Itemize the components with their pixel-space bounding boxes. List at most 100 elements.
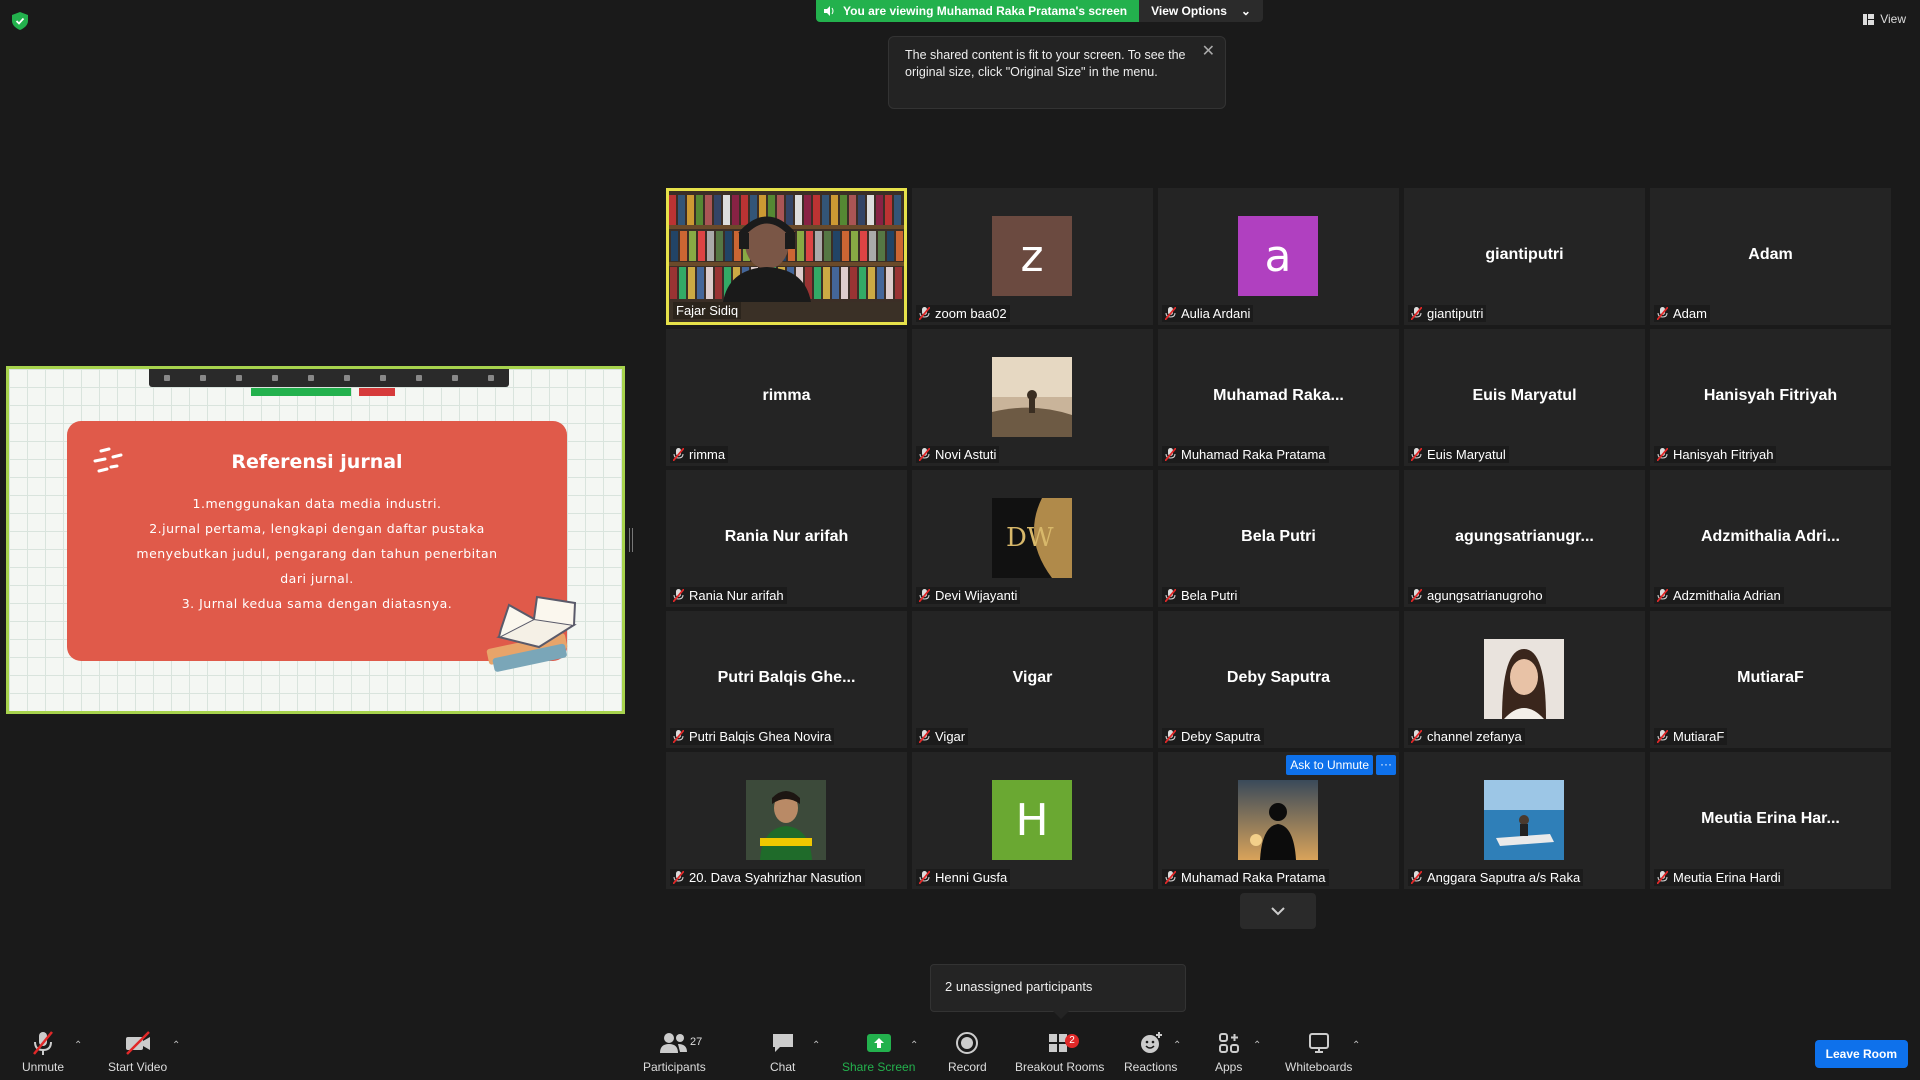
participant-tile[interactable]: Novi Astuti xyxy=(912,329,1153,466)
participant-name-label: Adzmithalia Adrian xyxy=(1654,587,1784,604)
participant-name: Muhamad Raka Pratama xyxy=(1181,447,1326,462)
gallery-next-page-button[interactable] xyxy=(1240,893,1316,929)
participant-tile[interactable]: rimma rimma xyxy=(666,329,907,466)
share-screen-button[interactable]: Share Screen xyxy=(842,1030,915,1074)
participant-display-name: Adzmithalia Adri... xyxy=(1701,528,1840,545)
participant-name-label: Devi Wijayanti xyxy=(916,587,1021,604)
participant-display-name: Vigar xyxy=(1012,669,1053,686)
breakout-rooms-button[interactable]: Breakout Rooms xyxy=(1015,1030,1104,1074)
share-screen-icon xyxy=(866,1034,891,1052)
participant-tile[interactable]: Euis Maryatul Euis Maryatul xyxy=(1404,329,1645,466)
avatar: a xyxy=(1238,216,1318,296)
whiteboards-button[interactable]: Whiteboards xyxy=(1285,1030,1352,1074)
participant-display-name: Adam xyxy=(1748,246,1793,263)
participant-tile[interactable]: channel zefanya xyxy=(1404,611,1645,748)
participant-name-label: channel zefanya xyxy=(1408,728,1525,745)
slide-line: 2.jurnal pertama, lengkapi dengan daftar… xyxy=(149,521,485,536)
microphone-muted-icon xyxy=(1657,448,1668,461)
audio-options-chevron-icon[interactable]: ⌃ xyxy=(74,1040,82,1051)
participant-name: giantiputri xyxy=(1427,306,1484,321)
microphone-muted-icon xyxy=(919,448,930,461)
view-label: View xyxy=(1880,12,1906,26)
microphone-muted-icon xyxy=(1411,448,1422,461)
participant-tile[interactable]: MutiaraF MutiaraF xyxy=(1650,611,1891,748)
view-options-button[interactable]: View Options ⌄ xyxy=(1139,0,1263,22)
participant-tile[interactable]: Anggara Saputra a/s Raka xyxy=(1404,752,1645,889)
participant-tile[interactable]: giantiputri giantiputri xyxy=(1404,188,1645,325)
svg-text:DW: DW xyxy=(1006,523,1054,553)
whiteboards-options-chevron-icon[interactable]: ⌃ xyxy=(1352,1040,1360,1051)
participant-tile[interactable]: Meutia Erina Har... Meutia Erina Hardi xyxy=(1650,752,1891,889)
participant-tile[interactable]: Fajar Sidiq xyxy=(666,188,907,325)
close-icon[interactable]: ✕ xyxy=(1202,43,1215,60)
reactions-button[interactable]: Reactions xyxy=(1124,1030,1177,1074)
participant-display-name: Putri Balqis Ghe... xyxy=(717,669,856,686)
participant-name: Meutia Erina Hardi xyxy=(1673,870,1781,885)
ask-to-unmute-button[interactable]: Ask to Unmute xyxy=(1286,755,1373,775)
microphone-muted-icon xyxy=(673,871,684,884)
participant-tile[interactable]: H Henni Gusfa xyxy=(912,752,1153,889)
dash-decoration-icon xyxy=(93,447,123,473)
participant-tile[interactable]: Deby Saputra Deby Saputra xyxy=(1158,611,1399,748)
participant-name-label: Putri Balqis Ghea Novira xyxy=(670,728,835,745)
chat-button[interactable]: Chat xyxy=(770,1030,795,1074)
participant-name-label: Hanisyah Fitriyah xyxy=(1654,446,1777,463)
participant-tile[interactable]: z zoom baa02 xyxy=(912,188,1153,325)
participant-tile[interactable]: Adzmithalia Adri... Adzmithalia Adrian xyxy=(1650,470,1891,607)
microphone-muted-icon xyxy=(1657,589,1668,602)
participant-tile[interactable]: DW Devi Wijayanti xyxy=(912,470,1153,607)
participant-name: Fajar Sidiq xyxy=(676,303,739,318)
participant-tile[interactable]: Putri Balqis Ghe... Putri Balqis Ghea Nov… xyxy=(666,611,907,748)
encryption-shield-icon[interactable] xyxy=(12,12,28,30)
video-options-chevron-icon[interactable]: ⌃ xyxy=(172,1040,180,1051)
breakout-notification-badge: 2 xyxy=(1065,1034,1079,1048)
microphone-muted-icon xyxy=(1165,730,1176,743)
unmute-button[interactable]: Unmute xyxy=(22,1030,64,1074)
participant-tile[interactable]: Rania Nur arifah Rania Nur arifah xyxy=(666,470,907,607)
microphone-muted-icon xyxy=(919,307,930,320)
participant-name: Henni Gusfa xyxy=(935,870,1008,885)
more-options-button[interactable]: ··· xyxy=(1376,755,1396,775)
participant-tile[interactable]: agungsatrianugr... agungsatrianugroho xyxy=(1404,470,1645,607)
view-button[interactable]: View xyxy=(1863,12,1906,26)
start-video-button[interactable]: Start Video xyxy=(108,1030,167,1074)
shared-screen[interactable]: Referensi jurnal 1.menggunakan data medi… xyxy=(6,366,625,714)
unmute-label: Unmute xyxy=(22,1060,65,1074)
speaker-icon xyxy=(824,6,834,16)
participant-name-label: Euis Maryatul xyxy=(1408,446,1509,463)
record-button[interactable]: Record xyxy=(948,1030,987,1074)
participant-name: Anggara Saputra a/s Raka xyxy=(1427,870,1581,885)
participant-tile[interactable]: Vigar Vigar xyxy=(912,611,1153,748)
participant-tile[interactable]: 20. Dava Syahrizhar Nasution xyxy=(666,752,907,889)
participant-tile[interactable]: Ask to Unmute ··· Muhamad Raka Pratama xyxy=(1158,752,1399,889)
participant-name: Adzmithalia Adrian xyxy=(1673,588,1781,603)
participant-name-label: Rania Nur arifah xyxy=(670,587,787,604)
camera-feed xyxy=(669,191,904,302)
chat-options-chevron-icon[interactable]: ⌃ xyxy=(812,1040,820,1051)
participant-name: Novi Astuti xyxy=(935,447,997,462)
whiteboards-label: Whiteboards xyxy=(1285,1060,1353,1074)
participant-name-label: giantiputri xyxy=(1408,305,1487,322)
participant-tile[interactable]: Muhamad Raka... Muhamad Raka Pratama xyxy=(1158,329,1399,466)
participant-name: Vigar xyxy=(935,729,966,744)
share-options-chevron-icon[interactable]: ⌃ xyxy=(910,1040,918,1051)
participant-name: 20. Dava Syahrizhar Nasution xyxy=(689,870,862,885)
microphone-muted-icon xyxy=(919,589,930,602)
participant-tile[interactable]: a Aulia Ardani xyxy=(1158,188,1399,325)
panel-resize-handle[interactable] xyxy=(629,528,633,552)
participants-label: Participants xyxy=(643,1060,706,1074)
participant-tile[interactable]: Bela Putri Bela Putri xyxy=(1158,470,1399,607)
participant-name: Euis Maryatul xyxy=(1427,447,1506,462)
apps-options-chevron-icon[interactable]: ⌃ xyxy=(1253,1040,1261,1051)
profile-photo xyxy=(1484,780,1564,860)
leave-room-button[interactable]: Leave Room xyxy=(1814,1040,1908,1068)
apps-button[interactable]: Apps xyxy=(1215,1030,1242,1074)
chevron-down-icon xyxy=(1271,907,1285,916)
unassigned-participants-popup[interactable]: 2 unassigned participants xyxy=(930,964,1186,1019)
participant-tile[interactable]: Adam Adam xyxy=(1650,188,1891,325)
participant-tile[interactable]: Hanisyah Fitriyah Hanisyah Fitriyah xyxy=(1650,329,1891,466)
participant-name: Bela Putri xyxy=(1181,588,1238,603)
participant-name-label: MutiaraF xyxy=(1654,728,1728,745)
reactions-options-chevron-icon[interactable]: ⌃ xyxy=(1173,1040,1181,1051)
slide-line: 1.menggunakan data media industri. xyxy=(192,496,442,511)
